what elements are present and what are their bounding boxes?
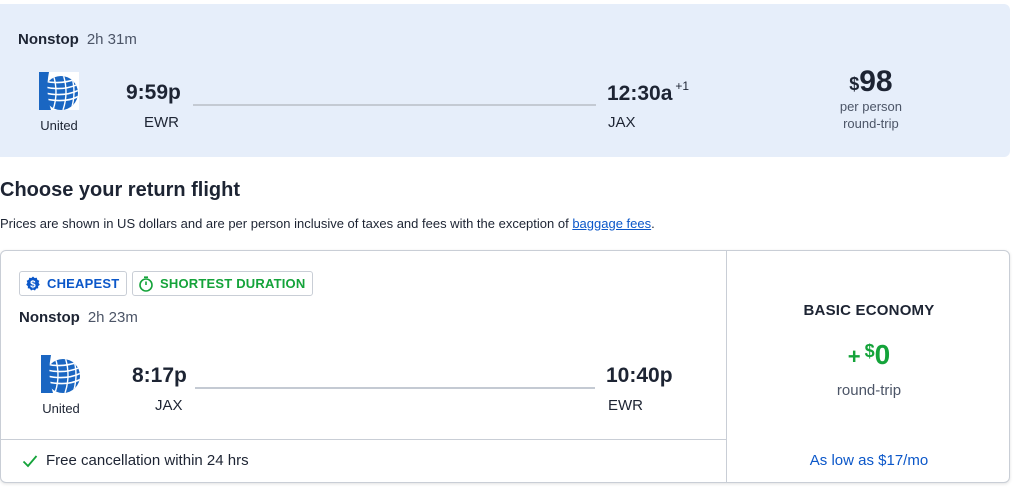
checkmark-icon: [22, 454, 38, 467]
outbound-price-trip-type: round-trip: [843, 116, 899, 131]
free-cancellation-text: Free cancellation within 24 hrs: [46, 452, 249, 469]
outbound-arrive-time-value: 12:30a: [607, 82, 673, 105]
shortest-duration-badge: SHORTEST DURATION: [132, 271, 314, 296]
united-globe-logo-icon: [39, 72, 79, 110]
price-disclaimer-end: .: [651, 216, 655, 231]
cheapest-badge: $ CHEAPEST: [19, 271, 128, 296]
outbound-day-offset: +1: [675, 79, 690, 93]
return-airline: United: [26, 355, 96, 416]
return-depart-airport: JAX: [155, 397, 183, 414]
price-disclaimer-text: Prices are shown in US dollars and are p…: [0, 216, 573, 231]
outbound-stops: Nonstop: [18, 31, 79, 48]
svg-text:$: $: [30, 279, 36, 290]
outbound-price-currency: $: [849, 74, 860, 94]
stopwatch-icon: [139, 275, 153, 292]
free-cancellation-row: Free cancellation within 24 hrs: [22, 452, 249, 469]
dollar-circle-icon: $: [26, 276, 40, 290]
outbound-duration: 2h 31m: [86, 31, 137, 48]
outbound-depart-time: 9:59p: [126, 81, 181, 104]
fare-price-currency: $: [864, 341, 875, 361]
outbound-arrive-time: 12:30a +1: [607, 79, 690, 106]
price-disclaimer: Prices are shown in US dollars and are p…: [0, 216, 655, 231]
outbound-airline: United: [24, 72, 94, 133]
fare-type-label: BASIC ECONOMY: [803, 302, 935, 319]
cheapest-badge-label: CHEAPEST: [47, 276, 120, 291]
shortest-duration-badge-label: SHORTEST DURATION: [160, 276, 306, 291]
outbound-flight-line: [193, 104, 596, 106]
outbound-price: $98: [840, 66, 902, 98]
return-depart-time: 8:17p: [132, 364, 187, 387]
return-arrive-time: 10:40p: [606, 364, 673, 387]
return-flight-heading: Choose your return flight: [0, 179, 240, 201]
outbound-airline-name: United: [40, 118, 78, 133]
return-arrive-airport: EWR: [608, 397, 643, 414]
outbound-stops-row: Nonstop 2h 31m: [18, 31, 137, 48]
baggage-fees-link[interactable]: baggage fees: [572, 216, 651, 231]
outbound-depart-airport: EWR: [144, 114, 179, 131]
financing-link[interactable]: As low as $17/mo: [727, 452, 1011, 469]
fare-price-amount: 0: [874, 339, 891, 370]
outbound-price-value: 98: [859, 65, 893, 98]
fare-price-trip-type: round-trip: [836, 382, 902, 399]
outbound-price-block: $98 per person round-trip: [840, 66, 902, 132]
selected-outbound-flight[interactable]: Nonstop 2h 31m United 9:59p EWR 12:30a +1 …: [0, 4, 1010, 157]
option-divider-horizontal: [1, 439, 726, 440]
return-stops-row: Nonstop 2h 23m: [19, 309, 138, 326]
outbound-price-per-person: per person: [839, 99, 902, 114]
fare-price: + $0: [727, 339, 1011, 371]
united-globe-logo-icon: [41, 355, 81, 393]
outbound-arrive-airport: JAX: [608, 114, 636, 131]
return-flight-line: [195, 387, 595, 389]
return-duration: 2h 23m: [87, 309, 138, 326]
fare-price-plus: +: [847, 344, 861, 369]
return-flight-option[interactable]: $ CHEAPEST SHORTEST DURATION Nonstop 2h 2…: [0, 250, 1010, 483]
return-stops: Nonstop: [19, 309, 80, 326]
return-airline-name: United: [42, 401, 80, 416]
